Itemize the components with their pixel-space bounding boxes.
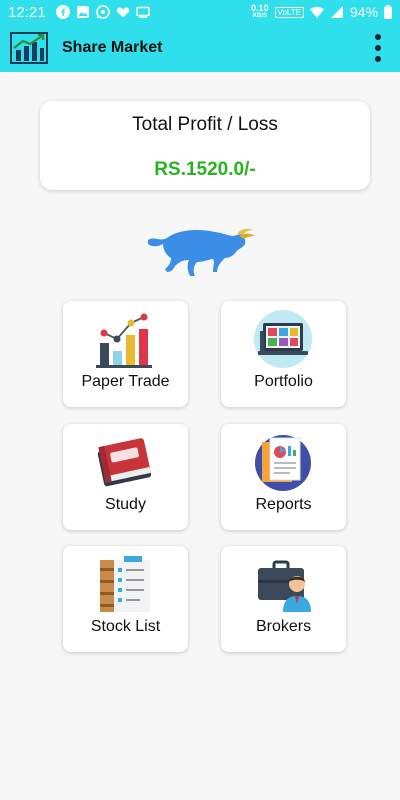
clipboard-list-icon [100,556,150,612]
tile-label: Stock List [90,618,161,635]
status-bar: 12:21 0.10 KB/S VoLTE 94% [0,0,400,24]
book-icon [97,438,152,487]
net-speed-unit: KB/S [252,13,267,19]
tile-reports[interactable]: Reports [221,424,346,530]
heart-icon [116,7,129,18]
profit-loss-title: Total Profit / Loss [132,114,278,135]
wifi-icon [309,6,324,18]
bar-chart-icon [96,313,152,368]
more-vert-icon[interactable] [366,28,390,68]
app-title: Share Market [62,39,163,56]
tile-label: Portfolio [254,373,313,390]
network-speed: 0.10 KB/S [251,4,269,20]
signal-icon [330,6,343,18]
volte-badge: VoLTE [274,6,304,18]
tile-label: Brokers [255,618,312,635]
tile-label: Study [105,496,146,513]
tile-stock-list[interactable]: Stock List [63,546,188,652]
laptop-dashboard-icon [254,310,312,368]
report-documents-icon [255,435,311,491]
tile-brokers[interactable]: Brokers [221,546,346,652]
profit-loss-value: RS.1520.0/- [154,159,256,180]
profit-loss-card: Total Profit / Loss RS.1520.0/- [40,101,370,190]
broker-briefcase-icon [258,560,311,612]
chart-logo-icon [10,32,48,64]
tile-portfolio[interactable]: Portfolio [221,301,346,407]
tile-label: Paper Trade [81,373,170,390]
monitor-icon [135,6,150,18]
image-icon [76,6,89,18]
tile-label: Reports [255,496,312,513]
bull-icon [148,228,255,276]
facebook-icon [55,5,70,19]
status-time: 12:21 [8,3,46,21]
whatsapp-icon [95,5,110,19]
battery-icon [384,5,392,19]
tile-study[interactable]: Study [63,424,188,530]
app-bar: Share Market [0,24,400,72]
tile-paper-trade[interactable]: Paper Trade [63,301,188,407]
battery-percent: 94% [349,4,378,20]
net-speed-value: 0.10 [251,3,269,13]
